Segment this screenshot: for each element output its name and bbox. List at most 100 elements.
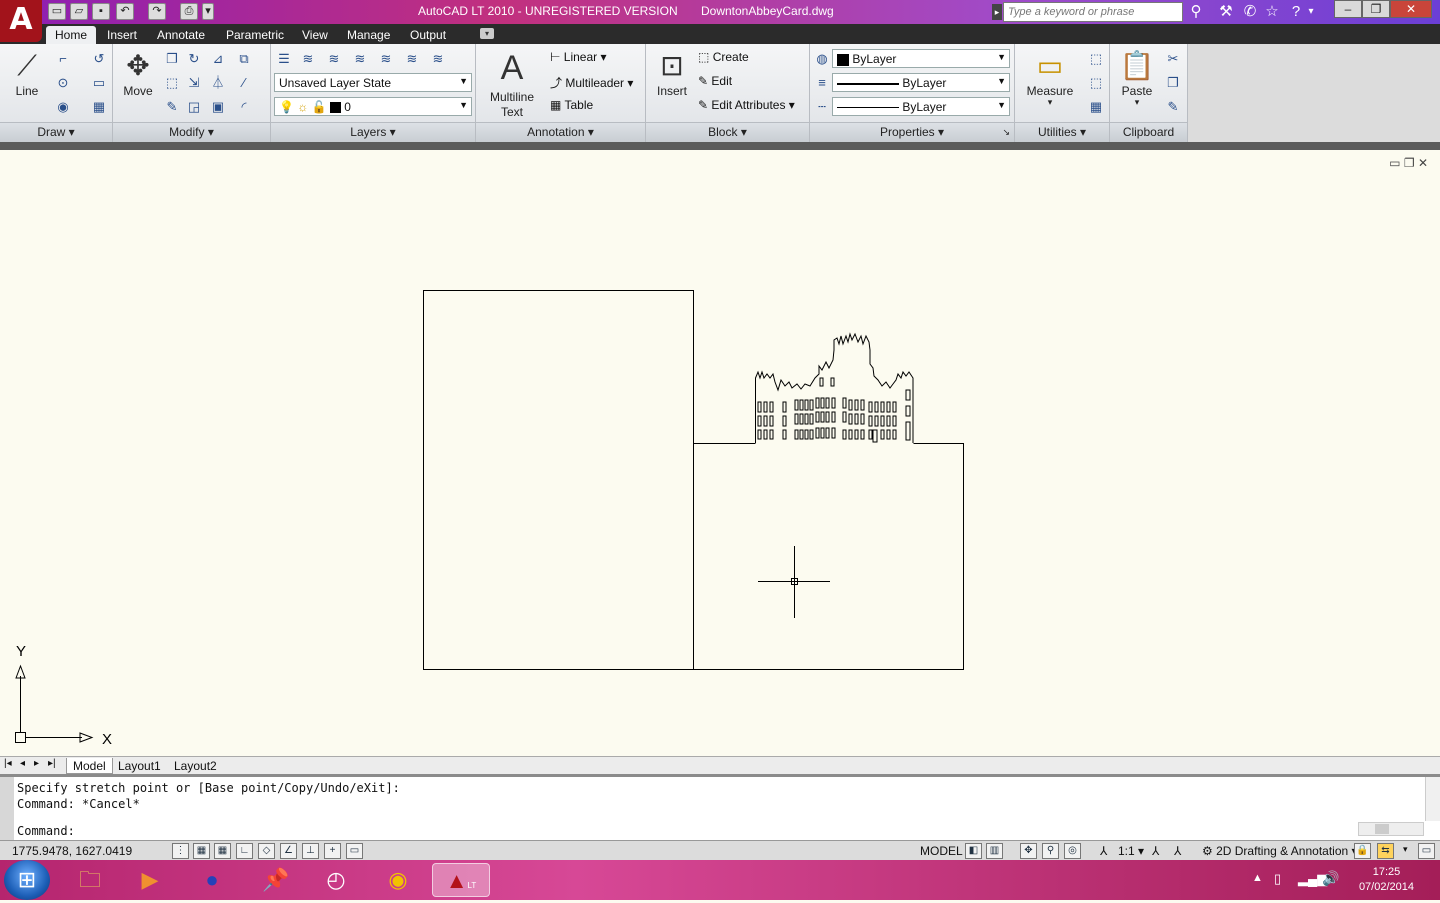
communication-icon[interactable]: ✆ bbox=[1240, 3, 1260, 21]
layer-lock-icon[interactable]: ≋ bbox=[377, 50, 395, 68]
fillet-icon[interactable]: ◲ bbox=[185, 98, 203, 116]
draw-panel-label[interactable]: Draw ▾ bbox=[0, 122, 112, 142]
drawing-canvas[interactable]: Y X bbox=[0, 150, 1440, 756]
rectangle-icon[interactable]: ▭ bbox=[90, 74, 108, 92]
tab-model[interactable]: Model bbox=[66, 758, 113, 774]
new-icon[interactable]: ▭ bbox=[48, 3, 66, 20]
status-menu-icon[interactable]: ▾ bbox=[1403, 844, 1408, 855]
arc-icon[interactable]: ↺ bbox=[90, 50, 108, 68]
lineweight-toggle-icon[interactable]: ▭ bbox=[346, 843, 363, 859]
command-hscrollbar[interactable] bbox=[1358, 822, 1424, 836]
ellipse-icon[interactable]: ◉ bbox=[54, 98, 72, 116]
edit-attributes-button[interactable]: ✎ Edit Attributes ▾ bbox=[698, 98, 795, 112]
utilities-panel-label[interactable]: Utilities ▾ bbox=[1015, 122, 1109, 142]
pan-icon[interactable]: ✥ bbox=[1020, 843, 1037, 859]
card-left-panel[interactable] bbox=[423, 290, 694, 670]
maximize-button[interactable]: ❐ bbox=[1362, 0, 1390, 18]
start-button[interactable]: ⊞ bbox=[4, 860, 50, 900]
minimize-button[interactable]: – bbox=[1334, 0, 1362, 18]
create-block-button[interactable]: ⬚ Create bbox=[698, 50, 749, 64]
modify-panel-label[interactable]: Modify ▾ bbox=[113, 122, 270, 142]
command-window-grip[interactable] bbox=[0, 777, 14, 843]
tab-insert[interactable]: Insert bbox=[98, 26, 146, 44]
subscription-icon[interactable]: ⚒ bbox=[1216, 3, 1236, 21]
infer-constraints-icon[interactable]: ⋮ bbox=[172, 843, 189, 859]
command-scrollbar[interactable] bbox=[1425, 777, 1440, 821]
steering-wheel-icon[interactable]: ◎ bbox=[1064, 843, 1081, 859]
lineweight-icon[interactable]: ≡ bbox=[813, 74, 831, 92]
edit-block-button[interactable]: ✎ Edit bbox=[698, 74, 732, 88]
coordinate-readout[interactable]: 1775.9478, 1627.0419 bbox=[12, 844, 132, 858]
linear-dimension-button[interactable]: ⊢ Linear ▾ bbox=[550, 50, 607, 64]
polyline-icon[interactable]: ⌐ bbox=[54, 50, 72, 68]
layer-dropdown[interactable]: 💡 ☼ 🔓 0 ▼ bbox=[274, 97, 472, 116]
match-properties-icon[interactable]: ✎ bbox=[1164, 98, 1182, 116]
search-expand-icon[interactable]: ▸ bbox=[992, 4, 1002, 20]
media-player-icon[interactable]: ▶ bbox=[122, 863, 178, 897]
search-input[interactable] bbox=[1003, 2, 1183, 22]
show-hidden-icons-icon[interactable]: ▲ bbox=[1252, 872, 1263, 884]
hscroll-thumb[interactable] bbox=[1375, 824, 1389, 834]
clipboard-panel-label[interactable]: Clipboard bbox=[1110, 122, 1187, 142]
layout-view-icon[interactable]: ▥ bbox=[986, 843, 1003, 859]
next-tab-icon[interactable]: ▸ bbox=[34, 758, 39, 769]
layer-off-icon[interactable]: ≋ bbox=[325, 50, 343, 68]
command-input[interactable] bbox=[90, 821, 1360, 839]
ortho-icon[interactable]: ∟ bbox=[236, 843, 253, 859]
first-tab-icon[interactable]: |◂ bbox=[4, 758, 12, 769]
linetype-icon[interactable]: ┄ bbox=[813, 98, 831, 116]
properties-panel-label[interactable]: Properties ▾ ↘ bbox=[810, 122, 1014, 142]
zoom-icon[interactable]: ⚲ bbox=[1042, 843, 1059, 859]
model-view-icon[interactable]: ◧ bbox=[965, 843, 982, 859]
dynamic-input-icon[interactable]: + bbox=[324, 843, 341, 859]
autocad-taskbar-button[interactable]: ▲LT bbox=[432, 863, 490, 897]
favorites-icon[interactable]: ☆ bbox=[1262, 3, 1282, 21]
explode-icon[interactable]: ⁄ bbox=[235, 74, 253, 92]
explorer-icon[interactable]: 🗀 bbox=[62, 863, 118, 897]
prev-tab-icon[interactable]: ◂ bbox=[20, 758, 25, 769]
osnap-icon[interactable]: ∠ bbox=[280, 843, 297, 859]
chamfer-icon[interactable]: ◜ bbox=[235, 98, 253, 116]
model-space-button[interactable]: MODEL bbox=[920, 844, 963, 858]
line-button[interactable]: ⟋ Line bbox=[8, 48, 46, 98]
annotation-scale[interactable]: 1:1 ▾ bbox=[1118, 844, 1144, 858]
scale-icon[interactable]: ⬚ bbox=[163, 74, 181, 92]
tab-home[interactable]: Home bbox=[46, 26, 97, 44]
annotation-panel-label[interactable]: Annotation ▾ bbox=[476, 122, 645, 142]
measure-button[interactable]: ▭ Measure ▾ bbox=[1021, 48, 1079, 107]
workspace-switch[interactable]: ⚙ 2D Drafting & Annotation ▾ bbox=[1202, 844, 1358, 858]
annotation-scale-icon[interactable]: ⅄ bbox=[1100, 844, 1107, 858]
linetype-dropdown[interactable]: ByLayer ▼ bbox=[832, 97, 1010, 116]
calculator-icon[interactable]: ▦ bbox=[1087, 98, 1105, 116]
insert-block-button[interactable]: ⊡ Insert bbox=[652, 48, 692, 98]
color-wheel-icon[interactable]: ◍ bbox=[813, 50, 831, 68]
copy-icon[interactable]: ❐ bbox=[163, 50, 181, 68]
grid-icon[interactable]: ▦ bbox=[214, 843, 231, 859]
rotate-icon[interactable]: ↻ bbox=[185, 50, 203, 68]
tab-manage[interactable]: Manage bbox=[338, 26, 399, 44]
cut-icon[interactable]: ✂ bbox=[1164, 50, 1182, 68]
offset-icon[interactable]: ⧉ bbox=[235, 50, 253, 68]
annotation-visibility-icon[interactable]: ⅄ bbox=[1152, 844, 1159, 858]
copy-clip-icon[interactable]: ❐ bbox=[1164, 74, 1182, 92]
polar-icon[interactable]: ◇ bbox=[258, 843, 275, 859]
chrome-icon[interactable]: ◉ bbox=[370, 863, 426, 897]
tab-layout2[interactable]: Layout2 bbox=[168, 758, 223, 774]
help-icon[interactable]: ? bbox=[1286, 3, 1306, 21]
quick-access-dropdown-icon[interactable]: ▾ bbox=[202, 3, 214, 20]
paste-button[interactable]: 📋 Paste ▾ bbox=[1114, 48, 1160, 107]
stretch-icon[interactable]: ⇲ bbox=[185, 74, 203, 92]
layer-match-icon[interactable]: ≋ bbox=[403, 50, 421, 68]
redo-icon[interactable]: ↷ bbox=[148, 3, 166, 20]
clock-app-icon[interactable]: ◴ bbox=[308, 863, 364, 897]
mirror-icon[interactable]: ⏃ bbox=[209, 74, 227, 92]
tab-output[interactable]: Output bbox=[401, 26, 455, 44]
quick-select-icon[interactable]: ⬚ bbox=[1087, 50, 1105, 68]
tab-layout1[interactable]: Layout1 bbox=[112, 758, 167, 774]
layer-properties-icon[interactable]: ☰ bbox=[275, 50, 293, 68]
layer-state-dropdown[interactable]: Unsaved Layer State ▼ bbox=[274, 73, 472, 92]
plot-icon[interactable]: ⎙ bbox=[180, 3, 198, 20]
system-clock[interactable]: 17:25 07/02/2014 bbox=[1359, 865, 1414, 895]
tab-annotate[interactable]: Annotate bbox=[148, 26, 214, 44]
block-panel-label[interactable]: Block ▾ bbox=[646, 122, 809, 142]
